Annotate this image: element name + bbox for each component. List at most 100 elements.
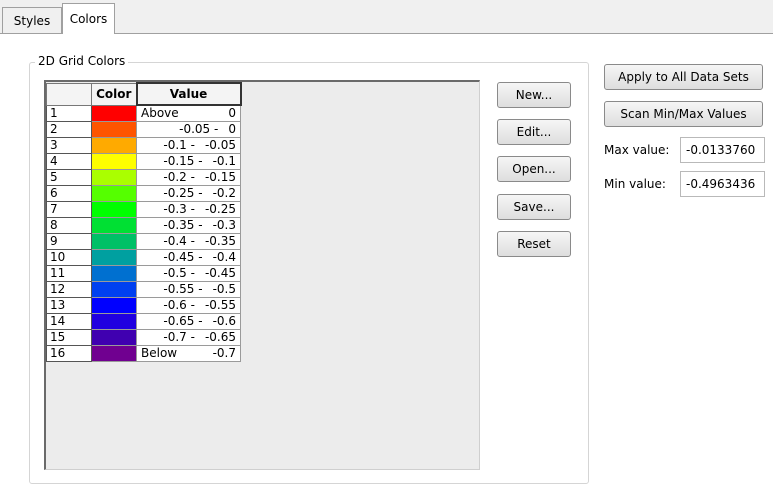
row-number: 13 [46,296,92,314]
grid-row[interactable]: 11 -0.5 - -0.45 [46,264,241,282]
color-table: Color Value 1 Above 0 2 -0.05 -0 3 -0.1 - -0.05… [46,82,242,362]
value-cell[interactable]: -0.05 -0 [136,120,241,138]
value-cell[interactable]: Above 0 [136,104,241,122]
row-header-corner [46,82,92,106]
tab-strip: Styles Colors [0,0,773,34]
range-low: -0.7 [163,330,187,344]
color-grid[interactable]: Color Value 1 Above 0 2 -0.05 -0 3 -0.1 - -0.05… [44,80,480,470]
column-header-color[interactable]: Color [91,82,138,106]
value-cell[interactable]: -0.6 - -0.55 [136,296,241,314]
grid-row[interactable]: 16 Below -0.7 [46,344,241,362]
row-number: 5 [46,168,92,186]
range-high: -0.25 [204,202,236,216]
color-swatch[interactable] [91,200,137,218]
row-number: 16 [46,344,92,362]
row-number: 6 [46,184,92,202]
grid-row[interactable]: 15 -0.7 - -0.65 [46,328,241,346]
range-high: -0.65 [204,330,236,344]
grid-row[interactable]: 9 -0.4 - -0.35 [46,232,241,250]
value-cell[interactable]: -0.15 - -0.1 [136,152,241,170]
grid-row[interactable]: 12 -0.55 - -0.5 [46,280,241,298]
color-swatch[interactable] [91,344,137,362]
grid-row[interactable]: 1 Above 0 [46,104,241,122]
column-header-value[interactable]: Value [136,82,242,106]
grid-row[interactable]: 10 -0.45 - -0.4 [46,248,241,266]
grid-row[interactable]: 7 -0.3 - -0.25 [46,200,241,218]
scan-min-max-button[interactable]: Scan Min/Max Values [604,101,763,127]
value-cell[interactable]: -0.4 - -0.35 [136,232,241,250]
range-separator: - [194,154,203,168]
color-swatch[interactable] [91,104,137,122]
grid-row[interactable]: 2 -0.05 -0 [46,120,241,138]
range-high: -0.45 [204,266,236,280]
value-cell[interactable]: -0.35 - -0.3 [136,216,241,234]
row-number: 8 [46,216,92,234]
value-cell[interactable]: -0.45 - -0.4 [136,248,241,266]
color-swatch[interactable] [91,216,137,234]
color-swatch[interactable] [91,120,137,138]
tab-strip-divider [0,33,773,34]
range-high: -0.3 [212,218,236,232]
color-swatch[interactable] [91,280,137,298]
reset-button[interactable]: Reset [497,231,571,257]
color-swatch[interactable] [91,264,137,282]
new-button[interactable]: New... [497,82,571,108]
color-swatch[interactable] [91,296,137,314]
edit-button[interactable]: Edit... [497,119,571,145]
value-cell[interactable]: -0.55 - -0.5 [136,280,241,298]
open-button[interactable]: Open... [497,156,571,182]
range-high: -0.55 [204,298,236,312]
color-swatch[interactable] [91,168,137,186]
row-number: 10 [46,248,92,266]
value-cell[interactable]: -0.7 - -0.65 [136,328,241,346]
color-swatch[interactable] [91,232,137,250]
grid-row[interactable]: 14 -0.65 - -0.6 [46,312,241,330]
range-low: -0.3 [163,202,187,216]
color-swatch[interactable] [91,152,137,170]
row-number: 2 [46,120,92,138]
value-cell[interactable]: -0.2 - -0.15 [136,168,241,186]
value-cell[interactable]: -0.5 - -0.45 [136,264,241,282]
range-separator: - [194,186,203,200]
range-low: -0.05 [179,122,211,136]
grid-row[interactable]: 5 -0.2 - -0.15 [46,168,241,186]
value-cell[interactable]: -0.3 - -0.25 [136,200,241,218]
row-number: 9 [46,232,92,250]
grid-row[interactable]: 13 -0.6 - -0.55 [46,296,241,314]
min-value-label: Min value: [604,177,666,191]
apply-to-all-button[interactable]: Apply to All Data Sets [604,64,763,90]
range-low: -0.65 [163,314,195,328]
value-cell[interactable]: -0.65 - -0.6 [136,312,241,330]
range-high: 0 [228,106,236,121]
tab-colors[interactable]: Colors [62,3,115,34]
range-low: -0.5 [163,266,187,280]
max-value-field[interactable]: -0.0133760 [680,137,765,163]
row-number: 14 [46,312,92,330]
color-swatch[interactable] [91,136,137,154]
min-value-field[interactable]: -0.4963436 [680,171,765,197]
grid-row[interactable]: 4 -0.15 - -0.1 [46,152,241,170]
save-button[interactable]: Save... [497,194,571,220]
value-cell[interactable]: -0.25 - -0.2 [136,184,241,202]
value-cell[interactable]: Below -0.7 [136,344,241,362]
range-high: -0.7 [212,346,236,360]
range-separator: - [186,202,195,216]
grid-row[interactable]: 3 -0.1 - -0.05 [46,136,241,154]
range-high: -0.15 [204,170,236,184]
color-swatch[interactable] [91,328,137,346]
tab-styles[interactable]: Styles [2,7,62,33]
color-swatch[interactable] [91,248,137,266]
range-separator: - [186,266,195,280]
color-swatch[interactable] [91,184,137,202]
range-separator: - [210,122,219,136]
grid-row[interactable]: 8 -0.35 - -0.3 [46,216,241,234]
value-cell[interactable]: -0.1 - -0.05 [136,136,241,154]
range-low: -0.55 [163,282,195,296]
color-swatch[interactable] [91,312,137,330]
range-label: Below [141,346,178,360]
range-low: -0.2 [163,170,187,184]
range-separator: - [194,314,203,328]
range-separator: - [194,282,203,296]
range-high: 0 [228,122,236,136]
grid-row[interactable]: 6 -0.25 - -0.2 [46,184,241,202]
